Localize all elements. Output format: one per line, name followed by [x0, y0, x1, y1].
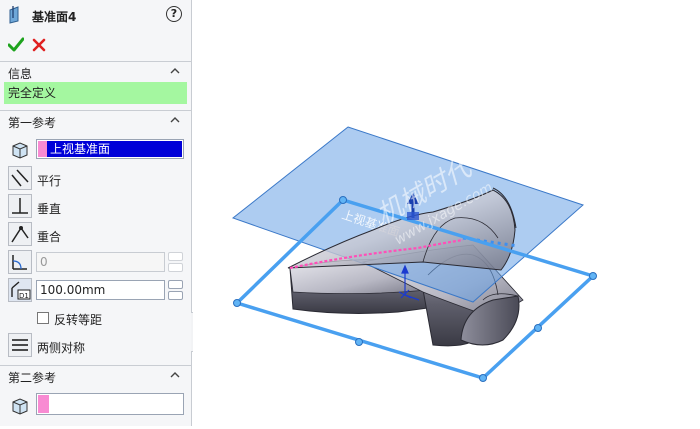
second-reference-selection-box[interactable]: [36, 393, 184, 415]
mid-plane-icon: [12, 339, 28, 351]
property-manager-panel: 基准面4 ? 信息 完全定义 第一参考 上视基准面 平行 垂直 重合 0 D1 …: [0, 0, 192, 426]
flip-offset-checkbox[interactable]: [37, 312, 49, 324]
spin-down-icon[interactable]: [168, 263, 183, 272]
panel-title: 基准面4: [32, 10, 77, 24]
parallel-icon: [11, 169, 29, 187]
parallel-label: 平行: [37, 174, 62, 188]
reference-color-swatch: [38, 395, 49, 413]
flip-offset-label: 反转等距: [54, 313, 103, 327]
spin-up-icon[interactable]: [168, 280, 183, 289]
spin-down-icon[interactable]: [168, 291, 183, 300]
coincident-icon: [11, 226, 29, 243]
first-reference-section-title: 第一参考: [8, 116, 57, 130]
face-reference-icon: [12, 398, 28, 415]
model-view[interactable]: 上视基准面 机械时代 www.jxage.com: [193, 0, 700, 426]
svg-text:D1: D1: [19, 292, 29, 300]
offset-distance-icon: D1: [11, 281, 31, 300]
perpendicular-label: 垂直: [37, 202, 62, 216]
perpendicular-icon: [12, 198, 28, 214]
status-message: 完全定义: [4, 82, 187, 104]
info-section-title: 信息: [8, 67, 33, 81]
cancel-x-icon[interactable]: [32, 38, 46, 52]
angle-icon: [12, 255, 27, 270]
distance-spinner[interactable]: [168, 280, 183, 300]
first-reference-section-header[interactable]: 第一参考: [0, 111, 192, 131]
first-reference-selection-box[interactable]: 上视基准面: [36, 139, 184, 159]
chevron-up-icon[interactable]: [170, 68, 180, 74]
info-section-header[interactable]: 信息: [0, 62, 192, 82]
reference-color-swatch: [38, 141, 47, 157]
panel-titlebar: 基准面4 ?: [0, 0, 192, 30]
parallel-button[interactable]: [8, 166, 32, 190]
offset-distance-button[interactable]: D1: [8, 278, 32, 302]
plane-feature-icon: [9, 6, 19, 24]
chevron-up-icon[interactable]: [170, 117, 180, 123]
confirm-checkmark-icon[interactable]: [8, 37, 24, 53]
second-reference-section-title: 第二参考: [8, 371, 57, 385]
mid-plane-label: 两侧对称: [37, 341, 86, 355]
angle-button[interactable]: [8, 250, 32, 274]
graphics-viewport[interactable]: 上视基准面 机械时代 www.jxage.com: [193, 0, 700, 426]
help-icon[interactable]: ?: [166, 6, 182, 22]
coincident-button[interactable]: [8, 222, 32, 246]
face-reference-icon: [12, 142, 28, 159]
angle-input[interactable]: 0: [36, 252, 165, 272]
chevron-up-icon[interactable]: [170, 372, 180, 378]
spin-up-icon[interactable]: [168, 252, 183, 261]
mid-plane-button[interactable]: [8, 333, 32, 357]
coincident-label: 重合: [37, 230, 62, 244]
perpendicular-button[interactable]: [8, 194, 32, 218]
first-reference-selected-item[interactable]: 上视基准面: [47, 141, 182, 157]
angle-spinner[interactable]: [168, 252, 183, 272]
offset-distance-input[interactable]: 100.00mm: [36, 280, 165, 300]
second-reference-section-header[interactable]: 第二参考: [0, 366, 192, 386]
